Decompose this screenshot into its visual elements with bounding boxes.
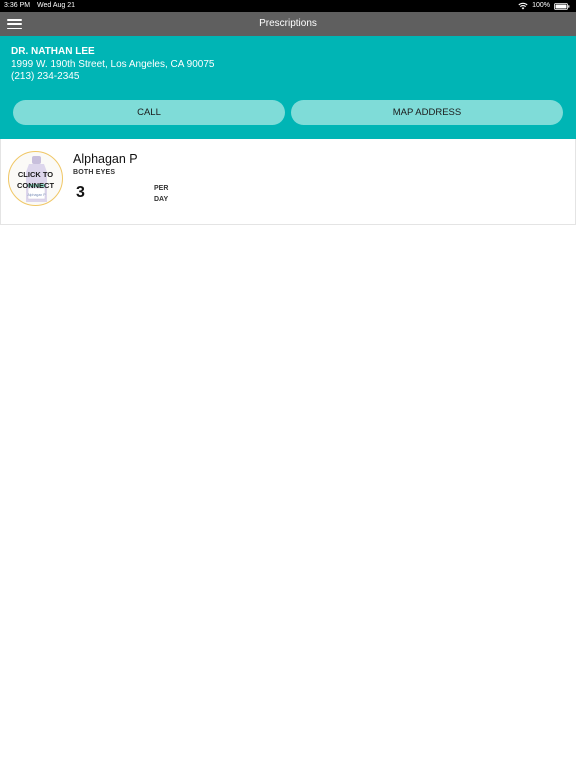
page-title: Prescriptions xyxy=(259,18,317,29)
battery-icon xyxy=(554,2,570,10)
doctor-phone: (213) 234-2345 xyxy=(11,71,80,82)
call-button[interactable]: CALL xyxy=(13,100,285,125)
dose-count: 3 xyxy=(76,184,85,201)
wifi-icon xyxy=(518,2,528,10)
hamburger-menu-icon[interactable] xyxy=(7,17,22,31)
medication-connect-button[interactable]: Alphagan P CLICK TO CONNECT xyxy=(8,151,63,206)
status-right: 100% xyxy=(518,0,570,12)
battery-percent: 100% xyxy=(532,2,550,9)
doctor-address: 1999 W. 190th Street, Los Angeles, CA 90… xyxy=(11,59,215,70)
doctor-name: DR. NATHAN LEE xyxy=(11,46,95,57)
doctor-info-panel: DR. NATHAN LEE 1999 W. 190th Street, Los… xyxy=(0,36,576,139)
medication-name: Alphagan P xyxy=(73,152,138,166)
status-time: 3:36 PM xyxy=(4,2,31,9)
bottle-label: Alphagan P xyxy=(27,193,46,197)
prescription-card[interactable]: Alphagan P CLICK TO CONNECT Alphagan P B… xyxy=(0,139,576,225)
map-address-button[interactable]: MAP ADDRESS xyxy=(291,100,563,125)
navigation-bar: Prescriptions xyxy=(0,12,576,36)
status-bar: 3:36 PM Wed Aug 21 100% xyxy=(0,0,576,12)
eye-instruction: BOTH EYES xyxy=(73,169,116,176)
status-date: Wed Aug 21 xyxy=(37,2,76,9)
click-to-connect-label: CLICK TO CONNECT xyxy=(16,170,55,190)
dose-frequency: PER DAY xyxy=(154,185,169,203)
